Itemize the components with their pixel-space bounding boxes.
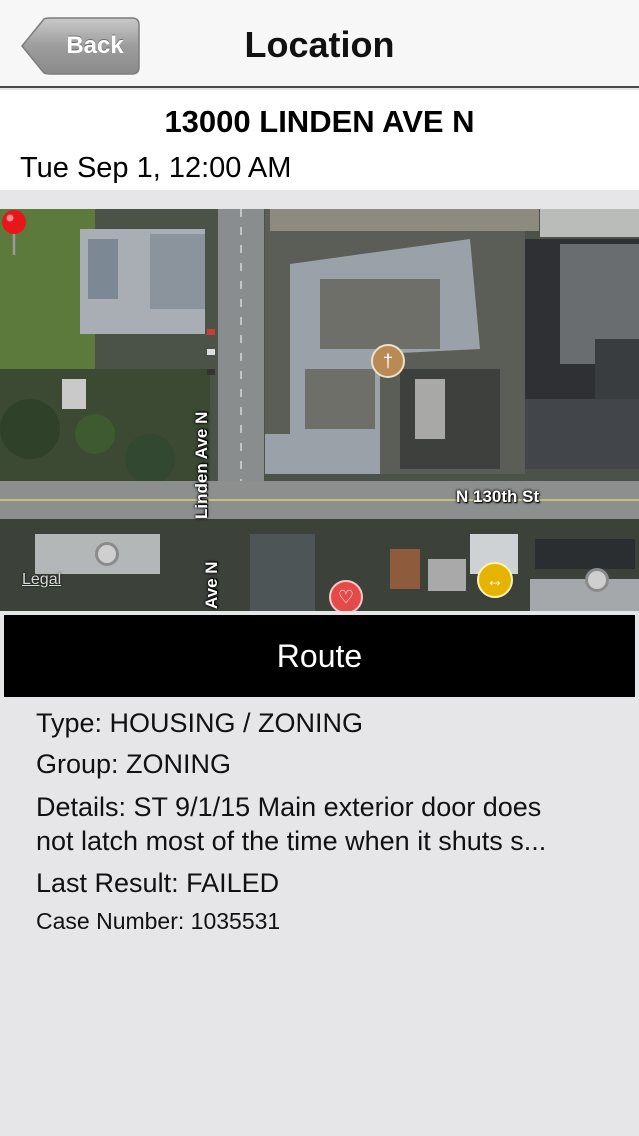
location-header: 13000 LINDEN AVE N Tue Sep 1, 12:00 AM (0, 90, 639, 190)
route-button[interactable]: Route (4, 615, 635, 697)
dentist-icon[interactable]: ♡ (329, 580, 363, 611)
navigation-bar: Back Location (0, 0, 639, 88)
poi-dot-icon[interactable] (95, 542, 119, 566)
case-details-line: Details: ST 9/1/15 Main exterior door do… (36, 792, 542, 822)
case-details-text: Details: ST 9/1/15 Main exterior door do… (36, 790, 626, 858)
road-label-ave-n: Ave N (202, 561, 221, 609)
legal-link[interactable]: Legal (22, 571, 61, 589)
case-last-result: Last Result: FAILED (36, 868, 280, 898)
road-label-n-130th-st: N 130th St (456, 487, 540, 506)
inspection-datetime: Tue Sep 1, 12:00 AM (20, 152, 292, 184)
fitness-icon[interactable]: ↔ (477, 562, 513, 598)
address-title: 13000 LINDEN AVE N (164, 104, 475, 139)
case-group: Group: ZONING (36, 749, 232, 779)
road-label-linden-ave: Linden Ave N (192, 411, 211, 519)
poi-dot-icon[interactable] (585, 568, 609, 592)
back-button[interactable]: Back (20, 17, 140, 75)
restaurant-icon[interactable]: † (371, 344, 405, 378)
satellite-map[interactable]: Linden Ave N N 130th St Ave N † ↔ ♡ Lega… (0, 209, 639, 611)
case-number: Case Number: 1035531 (36, 908, 281, 934)
back-button-label: Back (66, 32, 124, 59)
case-type: Type: HOUSING / ZONING (36, 708, 364, 738)
location-pin-icon[interactable] (0, 209, 28, 257)
case-details-line: not latch most of the time when it shuts… (36, 826, 547, 856)
